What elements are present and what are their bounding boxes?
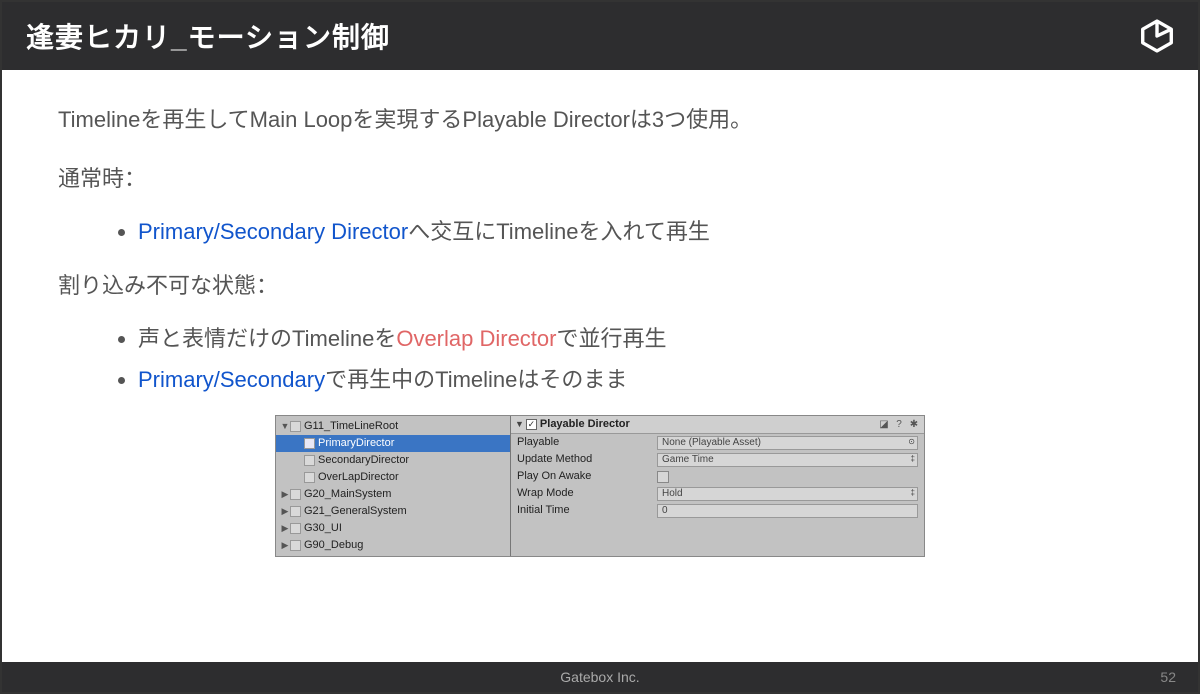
gameobject-cube-icon [304,472,315,483]
fold-arrow-icon: ▼ [515,417,524,431]
label-initial: Initial Time [517,502,657,520]
inspector-component-header[interactable]: ▼ ✓ Playable Director ◪ ? ✱ [511,416,924,434]
slide-body: Timelineを再生してMain Loopを実現するPlayable Dire… [2,70,1198,662]
dropdown-caret-icon: ‡ [911,453,915,466]
hierarchy-item-label: G20_MainSystem [304,486,391,504]
slide-title: 逢妻ヒカリ_モーション制御 [26,16,390,56]
expand-arrow-icon[interactable]: ▶ [280,487,290,501]
value-wrap: Hold [662,486,683,502]
slide-footer: Gatebox Inc. 52 [2,662,1198,692]
page-number: 52 [1160,669,1176,685]
field-wrap[interactable]: Hold ‡ [657,487,918,501]
bullet-2-seg3: で並行再生 [556,326,666,351]
label-playable: Playable [517,434,657,452]
object-picker-icon[interactable]: ⊙ [908,436,915,449]
value-update: Game Time [662,452,714,468]
settings-icon[interactable]: ✱ [908,419,920,431]
hierarchy-item-label: G90_Debug [304,537,363,555]
row-play-on-awake: Play On Awake [511,468,924,485]
bullet-1-highlight: Primary/Secondary Director [138,219,408,244]
bullet-3: Primary/Secondaryで再生中のTimelineはそのまま [138,362,1142,397]
checkbox-awake[interactable] [657,471,669,483]
hierarchy-panel: ▼ G11_TimeLineRootPrimaryDirectorSecondar… [276,416,511,556]
hierarchy-item[interactable]: ▶ G21_GeneralSystem [276,503,510,520]
unity-editor-snippet: ▼ G11_TimeLineRootPrimaryDirectorSecondar… [275,415,925,557]
hierarchy-item-label: G11_TimeLineRoot [304,418,398,436]
bullet-list-normal: Primary/Secondary Directorへ交互にTimelineを入… [58,214,1142,249]
component-title: Playable Director [540,416,875,434]
bullet-list-interrupt: 声と表情だけのTimelineをOverlap Directorで並行再生 Pr… [58,321,1142,397]
gameobject-cube-icon [304,455,315,466]
label-update: Update Method [517,451,657,469]
bullet-2-highlight: Overlap Director [396,326,556,351]
bullet-3-highlight: Primary/Secondary [138,367,325,392]
expand-arrow-icon[interactable]: ▼ [280,419,290,433]
hierarchy-item-label: G21_GeneralSystem [304,503,407,521]
bullet-2-seg1: 声と表情だけのTimelineを [138,326,396,351]
value-initial: 0 [662,503,668,519]
hierarchy-item-label: PrimaryDirector [318,435,394,453]
gameobject-cube-icon [290,421,301,432]
row-update-method: Update Method Game Time ‡ [511,451,924,468]
help-icon[interactable]: ◪ [878,419,890,431]
hierarchy-item[interactable]: ▶ G90_Debug [276,537,510,554]
slide: 逢妻ヒカリ_モーション制御 Timelineを再生してMain Loopを実現す… [0,0,1200,694]
brand-logo-icon [1140,19,1174,53]
field-update[interactable]: Game Time ‡ [657,453,918,467]
gameobject-cube-icon [290,523,301,534]
expand-arrow-icon[interactable]: ▶ [280,521,290,535]
bullet-3-rest: で再生中のTimelineはそのまま [325,367,627,392]
dropdown-caret-icon: ‡ [911,487,915,500]
row-initial-time: Initial Time 0 [511,502,924,519]
footer-company: Gatebox Inc. [560,669,639,685]
hierarchy-item-label: OverLapDirector [318,469,399,487]
label-awake: Play On Awake [517,468,657,486]
section-normal-label: 通常時： [58,161,1142,196]
bullet-1: Primary/Secondary Directorへ交互にTimelineを入… [138,214,1142,249]
gameobject-cube-icon [304,438,315,449]
gameobject-cube-icon [290,506,301,517]
intro-text: Timelineを再生してMain Loopを実現するPlayable Dire… [58,102,1142,137]
row-wrap-mode: Wrap Mode Hold ‡ [511,485,924,502]
hierarchy-item[interactable]: ▼ G11_TimeLineRoot [276,418,510,435]
slide-header: 逢妻ヒカリ_モーション制御 [2,2,1198,70]
expand-arrow-icon[interactable]: ▶ [280,504,290,518]
hierarchy-item[interactable]: ▶ G20_MainSystem [276,486,510,503]
expand-arrow-icon[interactable]: ▶ [280,538,290,552]
enable-checkbox[interactable]: ✓ [526,419,537,430]
hierarchy-item-label: G30_UI [304,520,342,538]
label-wrap: Wrap Mode [517,485,657,503]
field-playable[interactable]: None (Playable Asset) ⊙ [657,436,918,450]
inspector-panel: ▼ ✓ Playable Director ◪ ? ✱ Playable Non… [511,416,924,556]
section-interrupt-label: 割り込み不可な状態： [58,268,1142,303]
hierarchy-item[interactable]: ▶ G30_UI [276,520,510,537]
hierarchy-item[interactable]: PrimaryDirector [276,435,510,452]
field-initial[interactable]: 0 [657,504,918,518]
hierarchy-item[interactable]: OverLapDirector [276,469,510,486]
bullet-2: 声と表情だけのTimelineをOverlap Directorで並行再生 [138,321,1142,356]
hierarchy-item[interactable]: SecondaryDirector [276,452,510,469]
gameobject-cube-icon [290,489,301,500]
hierarchy-item-label: SecondaryDirector [318,452,409,470]
bullet-1-rest: へ交互にTimelineを入れて再生 [408,219,710,244]
docs-icon[interactable]: ? [893,419,905,431]
value-playable: None (Playable Asset) [662,435,761,451]
gameobject-cube-icon [290,540,301,551]
row-playable: Playable None (Playable Asset) ⊙ [511,434,924,451]
